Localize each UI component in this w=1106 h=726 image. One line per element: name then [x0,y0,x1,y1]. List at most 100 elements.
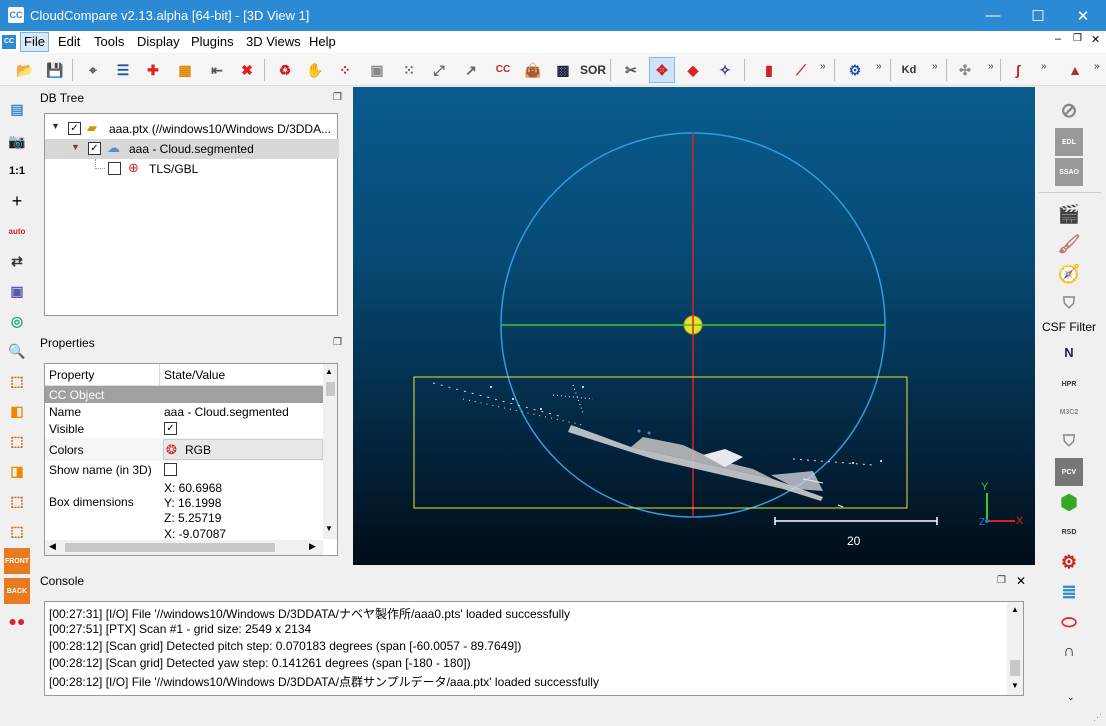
projection-icon[interactable]: ▣ [4,278,30,304]
full-screen-icon[interactable]: ▤ [4,96,30,122]
edl-icon[interactable]: EDL [1055,128,1083,156]
scroll-right-icon[interactable]: ▶ [309,541,316,552]
maximize-button[interactable]: ☐ [1015,0,1061,31]
m3c2-icon[interactable]: M3C2 [1055,398,1083,426]
scrollbar-thumb[interactable] [1010,660,1020,676]
mdi-minimize-icon[interactable]: – [1055,33,1061,45]
fit-icon[interactable]: ⤢ [426,57,452,83]
plugin-icon[interactable]: ▲ [1062,57,1088,83]
horizontal-scrollbar[interactable]: ◀ ▶ [45,540,323,555]
menu-display[interactable]: Display [137,34,180,49]
histogram-icon[interactable]: ▮ [756,57,782,83]
graph-icon[interactable]: ⟋ [788,57,814,83]
view-top-icon[interactable]: ⬚ [4,368,30,394]
menu-tools[interactable]: Tools [94,34,124,49]
checker-icon[interactable]: ▩ [550,57,576,83]
column-header-property[interactable]: Property [45,368,94,382]
save-icon[interactable]: 💾 [42,57,68,83]
mdi-restore-icon[interactable]: ❐ [1073,33,1082,44]
zoom-one-to-one-icon[interactable]: 1:1 [4,158,30,184]
right-more-icon[interactable]: ⌄ [1067,692,1075,703]
name-value[interactable]: aaa - Cloud.segmented [160,405,289,419]
console-close-icon[interactable]: ✕ [1016,571,1026,591]
gear-icon[interactable]: ⚙ [1055,548,1083,576]
sensor-checkbox[interactable] [108,162,121,175]
puzzle-icon[interactable]: ✣ [952,57,978,83]
filter-shield-icon[interactable]: ⛉ [1055,428,1083,456]
tree-row-root[interactable]: ▼ ✓ ▰ aaa.ptx (//windows10/Windows D/3DD… [45,119,339,139]
clip-icon[interactable]: ⇤ [204,57,230,83]
plane-icon[interactable]: ◆ [680,57,706,83]
menu-file[interactable]: File [20,32,49,52]
ssao-icon[interactable]: SSAO [1055,158,1083,186]
menu-plugins[interactable]: Plugins [191,34,234,49]
menu-edit[interactable]: Edit [58,34,80,49]
rotation-axis-icon[interactable]: ⇄ [4,248,30,274]
float-icon[interactable]: ❐ [333,333,342,353]
compass-icon[interactable]: 🧭 [1055,260,1083,288]
view-left-icon[interactable]: ⬚ [4,428,30,454]
view-iso-icon[interactable]: ⬚ [4,518,30,544]
toolbar-more-icon[interactable]: » [1041,61,1047,72]
list-icon[interactable]: ☰ [110,57,136,83]
scroll-up-icon[interactable]: ▲ [1011,605,1019,614]
tree-row-cloud[interactable]: ▼ ✓ ☁ aaa - Cloud.segmented [45,139,339,159]
mdi-logo-icon[interactable]: CC [2,35,16,49]
north-icon[interactable]: N [1055,338,1083,366]
toolbar-more-icon[interactable]: » [1094,61,1100,72]
layers-icon[interactable]: ≣ [1055,578,1083,606]
tree-row-sensor[interactable]: ⊕ TLS/GBL [45,159,339,179]
pivot-icon[interactable]: + [4,188,30,214]
close-button[interactable]: ✕ [1060,0,1106,31]
open-icon[interactable]: 📂 [12,57,38,83]
delete-icon[interactable]: ✖ [234,57,260,83]
auto-pivot-icon[interactable]: auto [4,218,30,244]
arch-icon[interactable]: ∩ [1055,638,1083,666]
csf-filter-icon[interactable]: ⛉ [1055,290,1083,318]
curve-icon[interactable]: ∫ [1005,57,1031,83]
size-grip-icon[interactable]: ⋰ [1093,712,1102,723]
float-icon[interactable]: ❐ [333,88,342,108]
column-header-value[interactable]: State/Value [160,368,225,382]
scroll-down-icon[interactable]: ▼ [325,524,333,533]
scroll-left-icon[interactable]: ◀ [49,541,56,552]
canupo-icon[interactable]: ⚙ [842,57,868,83]
ellipse-icon[interactable]: ⬭ [1055,608,1083,636]
pcv-icon[interactable]: PCV [1055,458,1083,486]
animation-icon[interactable]: 🎬 [1055,200,1083,228]
show-name-checkbox[interactable] [164,463,177,476]
dots-icon[interactable]: ⁙ [396,57,422,83]
distance-icon[interactable]: ↗ [458,57,484,83]
mesh-icon[interactable]: ▣ [364,57,390,83]
db-tree[interactable]: ▼ ✓ ▰ aaa.ptx (//windows10/Windows D/3DD… [44,113,339,316]
menu-help[interactable]: Help [309,34,336,49]
orbit-icon[interactable]: ◎ [4,308,30,334]
view-front-face-icon[interactable]: ◧ [4,398,30,424]
scrollbar-thumb[interactable] [326,382,335,396]
vertical-scrollbar[interactable]: ▲ ▼ [323,364,337,539]
registration-icon[interactable]: ✧ [712,57,738,83]
no-shader-icon[interactable]: ⊘ [1055,96,1083,124]
root-checkbox[interactable]: ✓ [68,122,81,135]
toolbar-more-icon[interactable]: » [932,61,938,72]
view-bottom-icon[interactable]: ⬚ [4,488,30,514]
toolbar-more-icon[interactable]: » [876,61,882,72]
console-scrollbar[interactable]: ▲ ▼ [1007,602,1023,695]
camera-icon[interactable]: 📷 [4,128,30,154]
segment-icon[interactable]: ▦ [172,57,198,83]
cloud-checkbox[interactable]: ✓ [88,142,101,155]
scroll-down-icon[interactable]: ▼ [1011,681,1019,690]
scissors-icon[interactable]: ✂ [618,57,644,83]
view-front-icon[interactable]: FRONT [4,548,30,574]
translate-rotate-icon[interactable]: ✚ [140,57,166,83]
visible-checkbox[interactable]: ✓ [164,422,177,435]
poisson-icon[interactable]: ⬢ [1055,488,1083,516]
3d-view-canvas[interactable] [353,87,1035,565]
view-back-icon[interactable]: BACK [4,578,30,604]
float-icon[interactable]: ❐ [997,571,1006,591]
scrollbar-thumb[interactable] [65,543,275,552]
3d-view[interactable]: 20 X Y Z [353,87,1035,565]
stereo-icon[interactable]: ●● [4,608,30,634]
translate-icon[interactable]: ✥ [649,57,675,83]
toolbar-more-icon[interactable]: » [988,61,994,72]
